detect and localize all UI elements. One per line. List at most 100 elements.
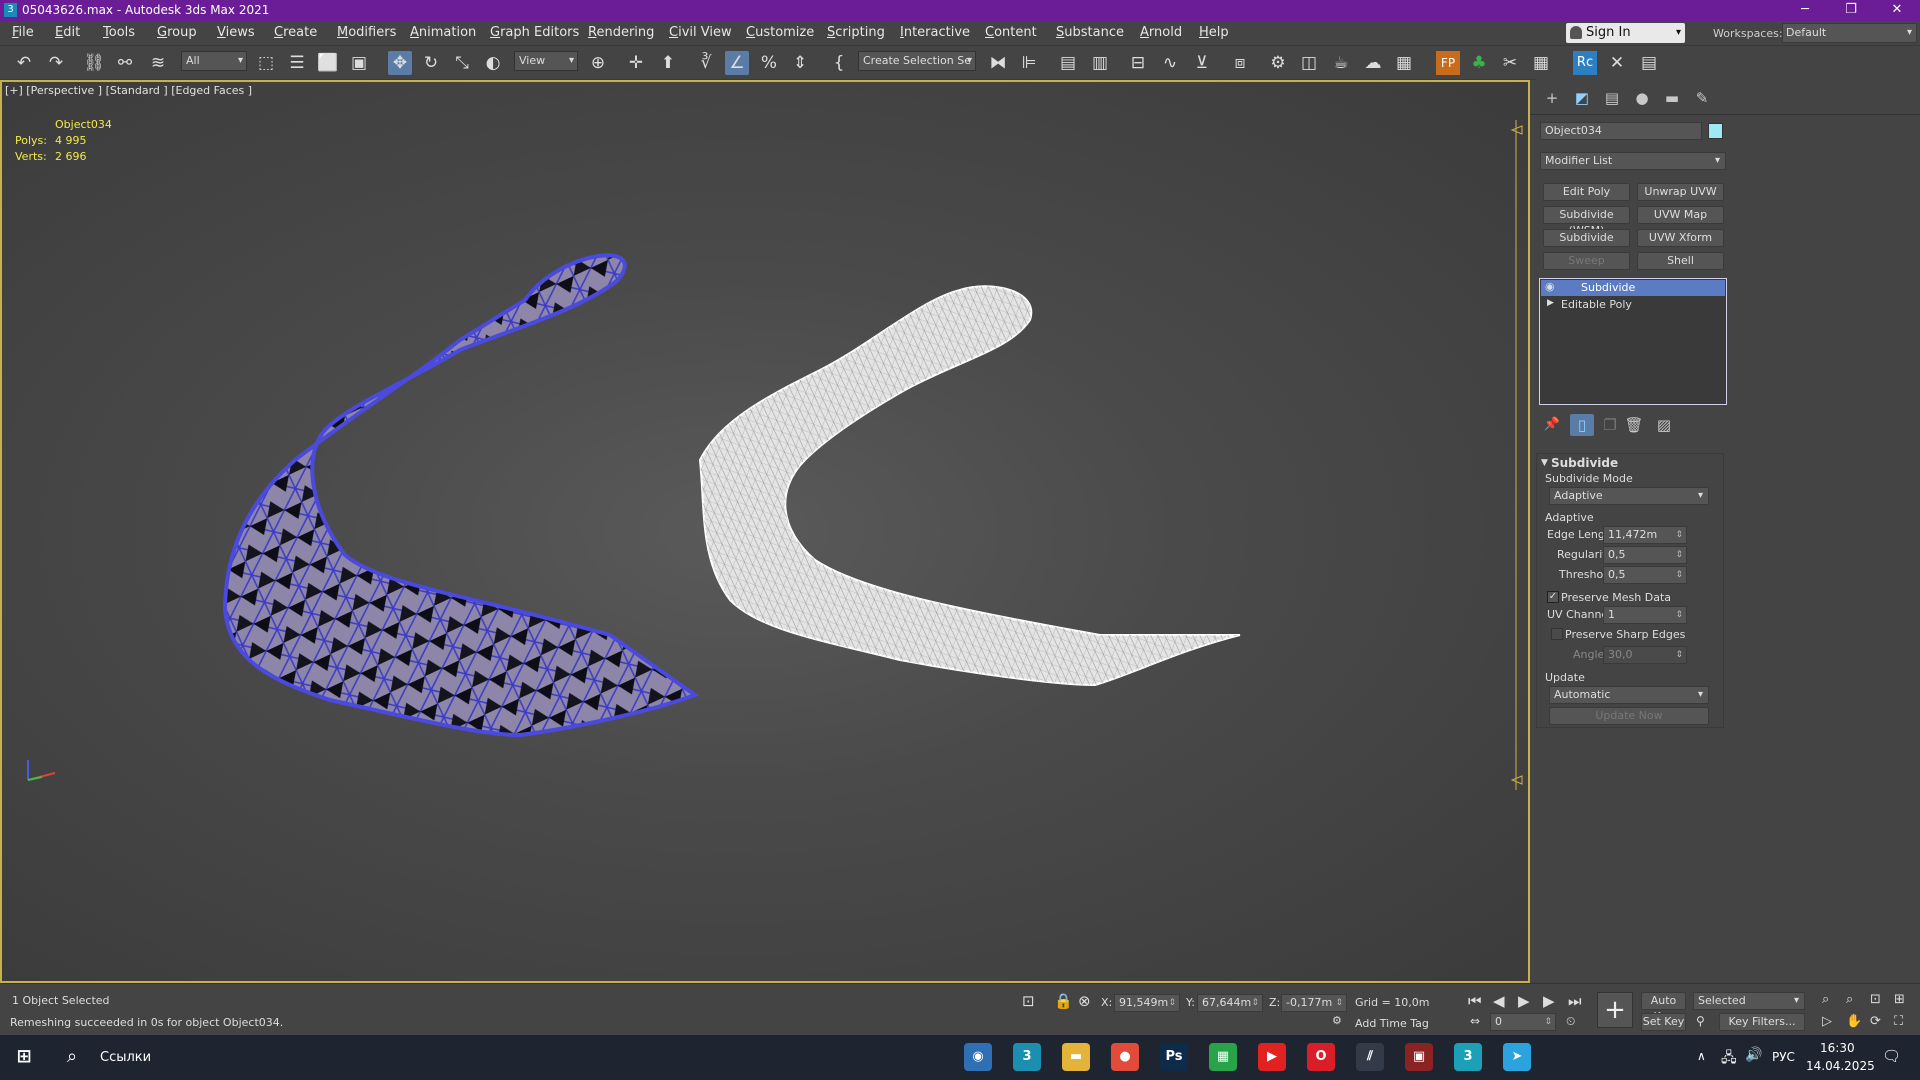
toggle-ribbon-icon[interactable]: ⊟ <box>1126 51 1150 75</box>
select-place-icon[interactable]: ◐ <box>481 51 505 75</box>
select-object-icon[interactable]: ⬚ <box>254 51 278 75</box>
menu-civil-view[interactable]: Civil View <box>669 25 732 40</box>
app-telegram-icon[interactable]: ➤ <box>1503 1043 1531 1071</box>
key-mode-icon[interactable]: ⇔ <box>1470 1014 1480 1028</box>
menu-substance[interactable]: Substance <box>1056 25 1124 40</box>
tray-chevron-icon[interactable]: ∧ <box>1697 1049 1706 1063</box>
reference-coord-select[interactable]: View <box>514 51 578 71</box>
uv-channel-spinner[interactable]: 1 <box>1603 606 1687 624</box>
workspace-select[interactable]: Default ▾ <box>1782 23 1917 43</box>
zoom-extents-icon[interactable]: ⊡ <box>1870 992 1881 1007</box>
menu-tools[interactable]: Tools <box>103 25 135 40</box>
named-selection-set-select[interactable]: Create Selection Se <box>858 51 976 71</box>
close-button[interactable]: ✕ <box>1874 0 1920 21</box>
update-now-button[interactable]: Update Now <box>1549 707 1709 725</box>
snaps-toggle-icon[interactable]: ∛ <box>694 51 718 75</box>
key-selection-select[interactable]: Selected <box>1693 992 1805 1010</box>
set-key-label-button[interactable]: Set Key <box>1641 1013 1686 1031</box>
z-coord-field[interactable]: -0,177m <box>1281 994 1347 1012</box>
stack-item-editable-poly[interactable]: ▶ Editable Poly <box>1541 297 1725 313</box>
expand-triangle-icon[interactable]: ▶ <box>1547 298 1554 308</box>
app-photoshop-icon[interactable]: Ps <box>1160 1043 1188 1071</box>
clock-date[interactable]: 14.04.2025 <box>1806 1059 1875 1073</box>
timeline-end-marker[interactable] <box>1510 775 1523 785</box>
menu-group[interactable]: Group <box>157 25 197 40</box>
rendered-frame-icon[interactable]: ◫ <box>1297 51 1321 75</box>
set-key-button[interactable]: + <box>1597 992 1633 1028</box>
app-3dsmax-active-icon[interactable]: 3 <box>1454 1043 1482 1071</box>
sweep-button[interactable]: Sweep <box>1543 252 1630 270</box>
material-editor-icon[interactable]: ⧈ <box>1228 51 1252 75</box>
render-cloud-icon[interactable]: ▦ <box>1392 51 1416 75</box>
window-crossing-icon[interactable]: ▣ <box>347 51 371 75</box>
app-explorer-icon[interactable]: ▬ <box>1062 1043 1090 1071</box>
utilities-tab-icon[interactable]: ✎ <box>1690 87 1714 109</box>
menu-create[interactable]: Create <box>274 25 317 40</box>
unwrap-uvw-button[interactable]: Unwrap UVW <box>1637 183 1724 201</box>
perspective-viewport[interactable]: [+] [Perspective ] [Standard ] [Edged Fa… <box>0 80 1530 983</box>
app-game-icon[interactable]: ▣ <box>1405 1043 1433 1071</box>
x-coord-field[interactable]: 91,549m <box>1114 994 1180 1012</box>
eye-icon[interactable]: ◉ <box>1545 280 1555 293</box>
absolute-mode-icon[interactable]: ⊗ <box>1078 992 1091 1010</box>
restore-button[interactable]: ❐ <box>1828 0 1874 21</box>
edge-length-spinner[interactable]: 11,472m <box>1603 526 1687 544</box>
shell-button[interactable]: Shell <box>1637 252 1724 270</box>
align-icon[interactable]: ⊫ <box>1017 51 1041 75</box>
pin-stack-icon[interactable]: 📌 <box>1540 414 1564 436</box>
table-icon[interactable]: ▦ <box>1529 51 1553 75</box>
edit-poly-button[interactable]: Edit Poly <box>1543 183 1630 201</box>
taskbar-search-text[interactable]: Ссылки <box>100 1050 151 1065</box>
sign-in-button[interactable]: Sign In ▾ <box>1566 23 1685 43</box>
preserve-mesh-checkbox[interactable]: ✓ <box>1547 591 1559 603</box>
isolate-selection-icon[interactable]: ⊡ <box>1022 992 1035 1010</box>
key-filters-button[interactable]: Key Filters... <box>1719 1013 1805 1031</box>
select-scale-icon[interactable]: ⤡ <box>450 51 474 75</box>
create-tab-icon[interactable]: + <box>1540 87 1564 109</box>
threshold-spinner[interactable]: 0,5 <box>1603 566 1687 584</box>
preserve-sharp-checkbox[interactable] <box>1551 628 1563 640</box>
menu-rendering[interactable]: Rendering <box>588 25 654 40</box>
default-tangent-icon[interactable]: ⚲ <box>1696 1014 1705 1028</box>
rect-selection-icon[interactable]: ⬜ <box>316 51 340 75</box>
motion-tab-icon[interactable]: ● <box>1630 87 1654 109</box>
menu-file[interactable]: File <box>12 25 34 40</box>
app-chart-icon[interactable]: ▦ <box>1209 1043 1237 1071</box>
forest-pack-icon[interactable]: ♣ <box>1467 51 1491 75</box>
object-name-field[interactable]: Object034 <box>1540 122 1702 140</box>
keyboard-shortcut-icon[interactable]: ⬆ <box>656 51 680 75</box>
go-to-end-icon[interactable]: ⏭ <box>1568 992 1582 1010</box>
app-chrome-icon[interactable]: ● <box>1111 1043 1139 1071</box>
select-by-name-icon[interactable]: ☰ <box>285 51 309 75</box>
show-end-result-icon[interactable]: ▯ <box>1570 414 1594 436</box>
go-to-start-icon[interactable]: ⏮ <box>1468 992 1482 1010</box>
bind-space-warp-icon[interactable]: ≋ <box>146 51 170 75</box>
menu-customize[interactable]: Customize <box>746 25 814 40</box>
wrench-icon[interactable]: ✕ <box>1605 51 1629 75</box>
volume-icon[interactable]: 🔊 <box>1745 1047 1762 1063</box>
link-icon[interactable]: ⛓ <box>82 51 106 75</box>
language-indicator[interactable]: РУС <box>1772 1050 1795 1064</box>
app-cursor-icon[interactable]: ◉ <box>964 1043 992 1071</box>
render-production-icon[interactable]: ☕ <box>1329 51 1353 75</box>
remove-modifier-icon[interactable]: 🗑 <box>1622 414 1646 436</box>
timeline-start-marker[interactable] <box>1510 125 1523 135</box>
render-iterative-icon[interactable]: ☁ <box>1361 51 1385 75</box>
scene-explorer-icon[interactable]: ▤ <box>1056 51 1080 75</box>
zoom-icon[interactable]: ⌕ <box>1822 992 1829 1007</box>
menu-edit[interactable]: Edit <box>55 25 80 40</box>
menu-content[interactable]: Content <box>985 25 1037 40</box>
time-tag-icon[interactable]: ⚙ <box>1332 1014 1342 1027</box>
time-config-icon[interactable]: ⏲ <box>1566 1014 1575 1029</box>
regularity-spinner[interactable]: 0,5 <box>1603 546 1687 564</box>
collapse-triangle-icon[interactable]: ▼ <box>1541 458 1548 468</box>
unlink-icon[interactable]: ⚯ <box>113 51 137 75</box>
menu-views[interactable]: Views <box>217 25 255 40</box>
percent-snap-icon[interactable]: % <box>757 51 781 75</box>
app-3dsmax-icon[interactable]: 3 <box>1013 1043 1041 1071</box>
auto-key-button[interactable]: Auto Key <box>1641 992 1686 1023</box>
menu-animation[interactable]: Animation <box>410 25 476 40</box>
play-icon[interactable]: ▶ <box>1518 992 1530 1010</box>
edit-named-selection-icon[interactable]: { <box>827 51 851 75</box>
y-coord-field[interactable]: 67,644m <box>1197 994 1263 1012</box>
